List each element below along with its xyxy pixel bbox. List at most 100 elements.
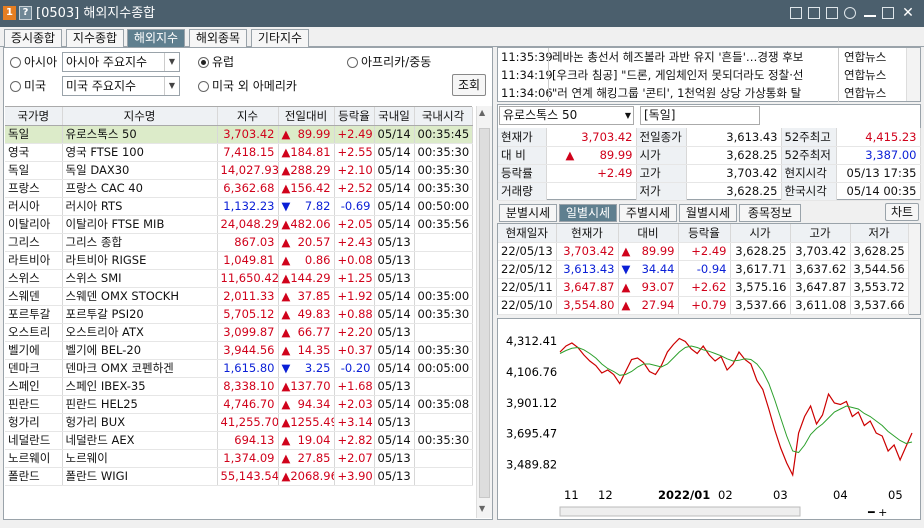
table-cell-rate: +2.05 bbox=[334, 215, 375, 234]
chart-scrollbar[interactable] bbox=[559, 506, 801, 517]
table-row[interactable]: 그리스 그리스 종합 867.03 ▲ 20.57 +2.43 05/13 bbox=[5, 233, 473, 252]
news-item[interactable]: 11:34:19 [우크라 침공] "드론, 게임체인저 못되더라도 정찰·선 연합… bbox=[498, 66, 918, 84]
column-header[interactable]: 등락율 bbox=[334, 107, 375, 126]
tab-stock-info[interactable]: 종목정보 bbox=[739, 204, 801, 222]
table-cell-index: 8,338.10 bbox=[217, 377, 279, 396]
column-header[interactable]: 지수명 bbox=[62, 107, 218, 126]
table-scrollbar[interactable]: ▲ ▼ bbox=[476, 106, 492, 518]
table-cell-rate: +0.08 bbox=[334, 251, 375, 270]
column-header[interactable]: 전일대비 bbox=[278, 107, 335, 126]
column-header[interactable]: 지수 bbox=[217, 107, 279, 126]
table-row[interactable]: 22/05/10 3,554.80 ▲ 27.94 +0.79 3,537.66 3,611… bbox=[498, 296, 909, 315]
table-row[interactable]: 벨기에 벨기에 BEL-20 3,944.56 ▲ 14.35 +0.37 05/14 00:… bbox=[5, 341, 473, 360]
table-row[interactable]: 22/05/11 3,647.87 ▲ 93.07 +2.62 3,575.16 3,647… bbox=[498, 278, 909, 297]
price-chart: 4,312.41 4,106.76 3,901.12 3,695.47 3,489.82… bbox=[497, 318, 921, 520]
radio-other-americas[interactable] bbox=[198, 81, 209, 92]
maximize-icon[interactable] bbox=[882, 7, 894, 19]
daily-scrollbar[interactable] bbox=[908, 224, 920, 314]
change-value: 27.94 bbox=[641, 298, 675, 312]
scroll-down-icon[interactable]: ▼ bbox=[479, 504, 490, 515]
daily-cell-price: 3,554.80 bbox=[556, 296, 619, 315]
table-cell-name: 스웨덴 OMX STOCKH bbox=[62, 287, 218, 306]
change-value: 93.07 bbox=[641, 280, 675, 294]
tab-index-summary[interactable]: 지수종합 bbox=[66, 29, 124, 47]
asia-index-select[interactable]: 아시아 주요지수 ▼ bbox=[62, 52, 180, 72]
table-row[interactable]: 노르웨이 노르웨이 1,374.09 ▲ 27.85 +2.07 05/13 bbox=[5, 449, 473, 468]
tab-daily-price[interactable]: 일별시세 bbox=[559, 204, 617, 222]
table-row[interactable]: 프랑스 프랑스 CAC 40 6,362.68 ▲ 156.42 +2.52 05/14 00… bbox=[5, 179, 473, 198]
up-arrow-icon: ▲ bbox=[281, 307, 291, 321]
column-header[interactable]: 국내일 bbox=[374, 107, 415, 126]
change-value: 137.70 bbox=[290, 379, 331, 393]
change-value: 3.25 bbox=[304, 361, 331, 375]
table-row[interactable]: 22/05/12 3,613.43 ▼ 34.44 -0.94 3,617.71 3,637… bbox=[498, 260, 909, 279]
search-button[interactable]: 조회 bbox=[452, 74, 486, 96]
table-cell-rate: +0.37 bbox=[334, 341, 375, 360]
tab-monthly-price[interactable]: 월별시세 bbox=[679, 204, 737, 222]
daily-cell-high: 3,637.62 bbox=[790, 260, 851, 279]
label-local-time: 현지시각 bbox=[781, 164, 837, 183]
us-index-select[interactable]: 미국 주요지수 ▼ bbox=[62, 76, 180, 96]
change-value: 19.04 bbox=[297, 433, 331, 447]
table-cell-rate: +2.82 bbox=[334, 431, 375, 450]
table-cell-date: 05/13 bbox=[374, 449, 415, 468]
radio-us[interactable] bbox=[10, 81, 21, 92]
tab-weekly-price[interactable]: 주별시세 bbox=[619, 204, 677, 222]
scroll-thumb[interactable] bbox=[479, 128, 490, 498]
table-cell-name: 스위스 SMI bbox=[62, 269, 218, 288]
tab-market-summary[interactable]: 증시종합 bbox=[4, 29, 62, 47]
table-row[interactable]: 영국 영국 FTSE 100 7,418.15 ▲ 184.81 +2.55 05/14 00… bbox=[5, 143, 473, 162]
radio-africa-middleeast[interactable] bbox=[347, 57, 358, 68]
radio-europe[interactable] bbox=[198, 57, 209, 68]
table-row[interactable]: 스페인 스페인 IBEX-35 8,338.10 ▲ 137.70 +1.68 05/13 bbox=[5, 377, 473, 396]
zoom-controls-icon[interactable]: ━ + bbox=[867, 506, 887, 519]
news-item[interactable]: 11:35:39 레바논 총선서 헤즈볼라 과반 유지 '흔들'…경쟁 후보 연합뉴… bbox=[498, 48, 918, 66]
table-row[interactable]: 포르투갈 포르투갈 PSI20 5,705.12 ▲ 49.83 +0.88 05/14 00… bbox=[5, 305, 473, 324]
chevron-down-icon: ▼ bbox=[164, 53, 179, 71]
table-row[interactable]: 독일 유로스톡스 50 3,703.42 ▲ 89.99 +2.49 05/14 00:35:… bbox=[5, 125, 473, 144]
minimize-icon[interactable] bbox=[864, 7, 876, 17]
window-titlebar: 1 ? [0503] 해외지수종합 ✕ bbox=[0, 0, 924, 27]
index-name-select[interactable]: 유로스톡스 50 ▼ bbox=[499, 106, 634, 125]
table-cell-date: 05/13 bbox=[374, 467, 415, 486]
table-row[interactable]: 오스트리 오스트리아 ATX 3,099.87 ▲ 66.77 +2.20 05/13 bbox=[5, 323, 473, 342]
table-row[interactable]: 22/05/13 3,703.42 ▲ 89.99 +2.49 3,628.25 3,703… bbox=[498, 242, 909, 261]
column-header[interactable]: 국내시각 bbox=[414, 107, 473, 126]
close-icon[interactable]: ✕ bbox=[902, 6, 914, 20]
scroll-up-icon[interactable]: ▲ bbox=[479, 108, 490, 119]
table-row[interactable]: 스위스 스위스 SMI 11,650.42 ▲ 144.29 +1.25 05/13 bbox=[5, 269, 473, 288]
print-icon[interactable] bbox=[808, 7, 820, 19]
table-cell-date: 05/14 bbox=[374, 215, 415, 234]
news-item[interactable]: 11:34:06 "러 연계 해킹그룹 '콘티', 1천억원 상당 가상통화 탈연… bbox=[498, 84, 918, 102]
table-row[interactable]: 핀란드 핀란드 HEL25 4,746.70 ▲ 94.34 +2.03 05/14 00:3… bbox=[5, 395, 473, 414]
label-52w-low: 52주최저 bbox=[781, 146, 837, 165]
chart-button[interactable]: 차트 bbox=[885, 203, 919, 221]
change-value: 89.99 bbox=[641, 244, 675, 258]
help-icon[interactable]: ? bbox=[19, 6, 32, 20]
radio-asia[interactable] bbox=[10, 57, 21, 68]
tab-other-index[interactable]: 기타지수 bbox=[251, 29, 309, 47]
table-cell-country: 스페인 bbox=[5, 377, 63, 396]
table-cell-index: 4,746.70 bbox=[217, 395, 279, 414]
table-row[interactable]: 러시아 러시아 RTS 1,132.23 ▼ 7.82 -0.69 05/14 00:50:0… bbox=[5, 197, 473, 216]
table-row[interactable]: 네덜란드 네덜란드 AEX 694.13 ▲ 19.04 +2.82 05/14 00:35:… bbox=[5, 431, 473, 450]
tab-minute-price[interactable]: 분별시세 bbox=[499, 204, 557, 222]
column-header[interactable]: 국가명 bbox=[5, 107, 63, 126]
table-row[interactable]: 덴마크 덴마크 OMX 코펜하겐 1,615.80 ▼ 3.25 -0.20 05/14 00… bbox=[5, 359, 473, 378]
table-row[interactable]: 헝가리 헝가리 BUX 41,255.70 ▲ 1255.49 +3.14 05/13 bbox=[5, 413, 473, 432]
table-cell-time: 00:35:56 bbox=[414, 215, 473, 234]
link-icon[interactable] bbox=[790, 7, 802, 19]
news-scrollbar[interactable] bbox=[906, 48, 920, 101]
table-cell-time bbox=[414, 233, 473, 252]
table-row[interactable]: 폴란드 폴란드 WIGI 55,143.54 ▲ 2068.96 +3.90 05/13 bbox=[5, 467, 473, 486]
table-row[interactable]: 스웨덴 스웨덴 OMX STOCKH 2,011.33 ▲ 37.85 +1.92 05/1… bbox=[5, 287, 473, 306]
tab-overseas-stocks[interactable]: 해외종목 bbox=[189, 29, 247, 47]
table-row[interactable]: 라트비아 라트비아 RIGSE 1,049.81 ▲ 0.86 +0.08 05/13 bbox=[5, 251, 473, 270]
tab-overseas-index[interactable]: 해외지수 bbox=[127, 29, 185, 47]
table-cell-rate: +1.25 bbox=[334, 269, 375, 288]
daily-cell-open: 3,575.16 bbox=[730, 278, 791, 297]
table-row[interactable]: 이탈리아 이탈리아 FTSE MIB 24,048.29 ▲ 482.06 +2.05 05… bbox=[5, 215, 473, 234]
settings-icon[interactable] bbox=[844, 7, 856, 19]
camera-icon[interactable] bbox=[826, 7, 838, 19]
table-row[interactable]: 독일 독일 DAX30 14,027.93 ▲ 288.29 +2.10 05/14 00:3… bbox=[5, 161, 473, 180]
